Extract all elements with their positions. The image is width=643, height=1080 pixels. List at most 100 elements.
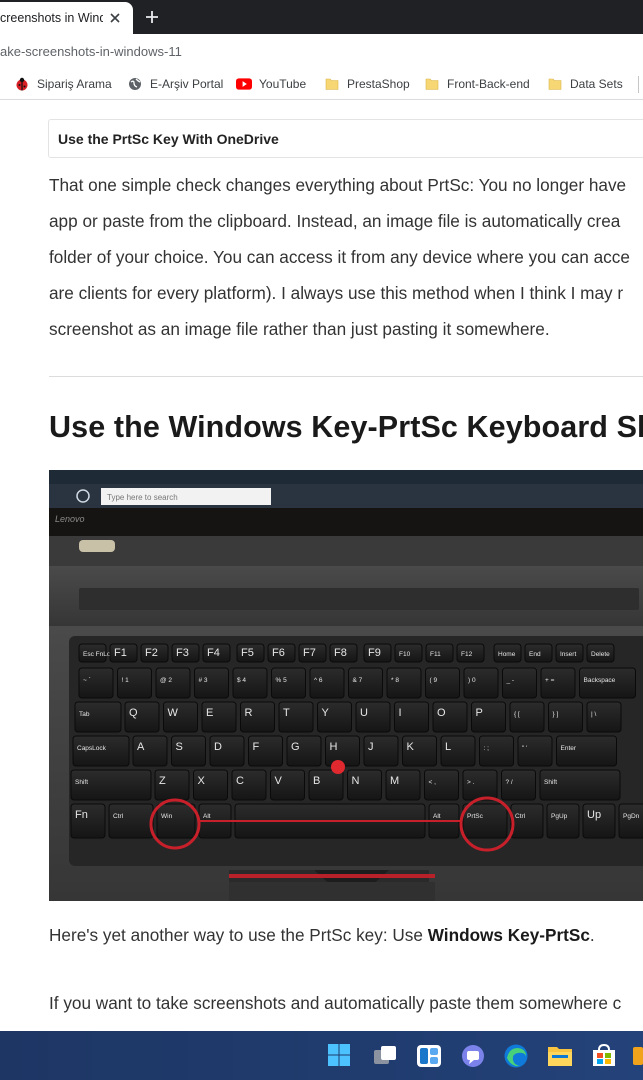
svg-text:) 0: ) 0 — [468, 677, 476, 684]
keyboard-key: > . — [462, 769, 498, 801]
svg-text:D: D — [214, 741, 222, 753]
bookmark-label: E-Arşiv Portal — [150, 77, 224, 91]
new-tab-button[interactable] — [141, 6, 163, 28]
svg-text:F2: F2 — [145, 647, 158, 659]
folder-icon — [324, 76, 340, 92]
svg-text:I: I — [399, 707, 402, 719]
edge-icon[interactable] — [503, 1043, 529, 1069]
keyboard-key: X — [193, 769, 228, 801]
svg-text:Fn: Fn — [75, 809, 88, 821]
bookmark-label: YouTube — [259, 77, 307, 91]
task-view-icon[interactable] — [372, 1043, 398, 1069]
svg-text:V: V — [275, 775, 283, 787]
windows-start-icon[interactable] — [327, 1043, 353, 1069]
browser-tab[interactable]: creenshots in Wind — [0, 2, 133, 34]
keyboard-key: @ 2 — [155, 667, 191, 699]
close-icon[interactable] — [105, 8, 125, 28]
windows-taskbar — [0, 1031, 643, 1080]
bookmark-youtube[interactable]: YouTube — [236, 76, 306, 92]
keyboard-key: Insert — [555, 643, 584, 663]
svg-text:F5: F5 — [241, 647, 254, 659]
svg-text:$ 4: $ 4 — [237, 677, 246, 684]
keyboard-key: Up — [582, 803, 616, 839]
svg-text:> .: > . — [467, 779, 475, 786]
keyboard-key: CapsLock — [72, 735, 130, 767]
section-divider — [49, 376, 643, 377]
ladybug-icon — [14, 76, 30, 92]
widgets-icon[interactable] — [416, 1043, 442, 1069]
keyboard-key: Enter — [556, 735, 617, 767]
keyboard-key: F6 — [267, 643, 296, 663]
keyboard-key: F10 — [394, 643, 423, 663]
paragraph-line: folder of your choice. You can access it… — [49, 247, 630, 267]
keyboard-key: Q — [124, 701, 160, 733]
keyboard-key: Ctrl — [510, 803, 544, 839]
keyboard-key: F4 — [202, 643, 231, 663]
svg-text:PgUp: PgUp — [551, 813, 568, 820]
keyboard-key: Ctrl — [108, 803, 154, 839]
svg-text:L: L — [445, 741, 451, 753]
paragraph-line: app or paste from the clipboard. Instead… — [49, 211, 621, 231]
paragraph-suffix: . — [589, 925, 595, 945]
youtube-icon — [236, 76, 252, 92]
svg-text:Alt: Alt — [433, 813, 441, 820]
keyboard-key: P — [471, 701, 506, 733]
keyboard-key: < , — [424, 769, 459, 801]
svg-text:Win: Win — [161, 813, 173, 820]
svg-text:| \: | \ — [591, 711, 596, 718]
svg-text:F: F — [253, 741, 260, 753]
keyboard-key: F7 — [298, 643, 327, 663]
svg-text:Tab: Tab — [79, 711, 90, 718]
svg-text:PrtSc: PrtSc — [467, 813, 484, 820]
section-heading: Use the Windows Key-PrtSc Keyboard Sh — [49, 410, 643, 444]
url-text[interactable]: ake-screenshots-in-windows-11 — [0, 44, 182, 59]
svg-text:! 1: ! 1 — [122, 677, 130, 684]
svg-text:F3: F3 — [176, 647, 189, 659]
teams-chat-icon[interactable] — [460, 1043, 486, 1069]
file-explorer-icon[interactable] — [547, 1043, 573, 1069]
bookmark-prestashop[interactable]: PrestaShop — [324, 76, 410, 92]
svg-text:Ctrl: Ctrl — [515, 813, 526, 820]
svg-text:M: M — [390, 775, 399, 787]
callout-title: Use the PrtSc Key With OneDrive — [58, 131, 279, 147]
svg-text:C: C — [236, 775, 244, 787]
globe-icon — [127, 76, 143, 92]
bookmark-front-back-end[interactable]: Front-Back-end — [424, 76, 530, 92]
keyboard-key: F2 — [140, 643, 169, 663]
svg-text:( 9: ( 9 — [430, 677, 438, 684]
svg-text:% 5: % 5 — [276, 677, 288, 684]
svg-text:Z: Z — [159, 775, 166, 787]
bookmark-e-arsiv-portal[interactable]: E-Arşiv Portal — [127, 76, 223, 92]
svg-text:Y: Y — [322, 707, 330, 719]
keyboard-key: M — [385, 769, 421, 801]
address-bar[interactable]: ake-screenshots-in-windows-11 — [0, 34, 643, 68]
svg-text:End: End — [529, 651, 541, 658]
keyboard-key: H — [325, 735, 360, 767]
svg-text:F11: F11 — [430, 651, 441, 658]
svg-text:Q: Q — [129, 707, 138, 719]
svg-text:PgDn: PgDn — [623, 813, 640, 820]
svg-text:E: E — [206, 707, 213, 719]
keyboard-key: * 8 — [386, 667, 422, 699]
svg-text:W: W — [168, 707, 179, 719]
app-icon[interactable] — [633, 1043, 643, 1069]
svg-text:P: P — [476, 707, 483, 719]
store-icon[interactable] — [591, 1043, 617, 1069]
svg-text:" ': " ' — [522, 745, 527, 752]
svg-text:~ `: ~ ` — [83, 677, 91, 684]
svg-text:Enter: Enter — [561, 745, 577, 752]
keyboard-key: ! 1 — [117, 667, 152, 699]
keyboard-key: | \ — [586, 701, 622, 733]
bookmarks-bar: Sipariş Arama E-Arşiv Portal YouTube Pre… — [0, 68, 643, 100]
keyboard-key: $ 4 — [232, 667, 268, 699]
bookmark-siparis-arama[interactable]: Sipariş Arama — [14, 76, 112, 92]
bookmark-data-sets[interactable]: Data Sets — [547, 76, 623, 92]
keyboard-key: F1 — [109, 643, 138, 663]
paragraph-prefix: Here's yet another way to use the PrtSc … — [49, 925, 428, 945]
bookmark-label: Data Sets — [570, 77, 623, 91]
keyboard-key: ? / — [501, 769, 536, 801]
keyboard-key: ~ ` — [78, 667, 114, 699]
keyboard-key: # 3 — [194, 667, 229, 699]
keyboard-key: PrtSc — [462, 803, 508, 839]
svg-text:< ,: < , — [429, 779, 437, 786]
